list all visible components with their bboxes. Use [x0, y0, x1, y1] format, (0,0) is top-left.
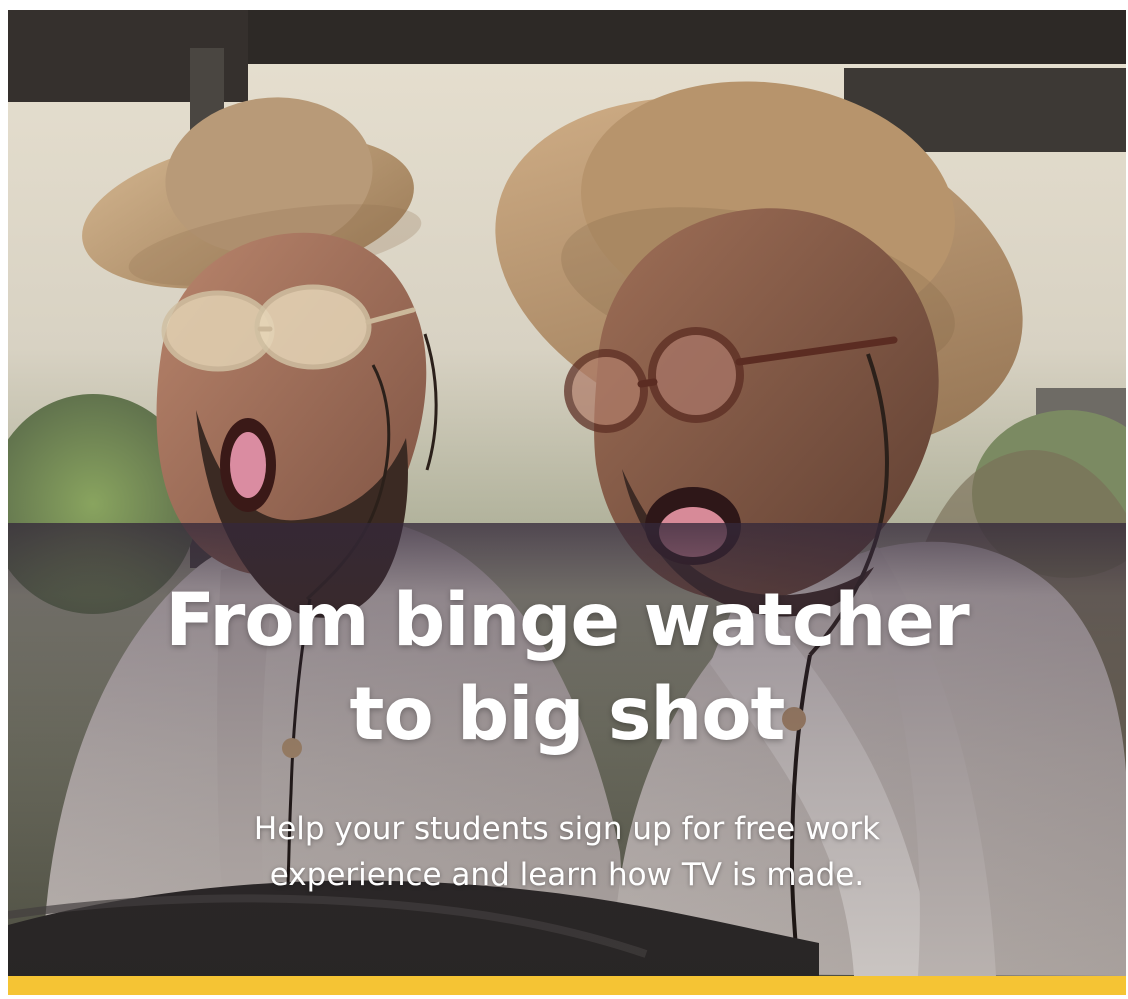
hero-subheadline-line-2: experience and learn how TV is made. — [269, 857, 865, 893]
hero-banner: From binge watcher to big shot Help your… — [8, 10, 1126, 976]
hero-headline-line-2: to big shot — [349, 672, 786, 757]
hero-subheadline-line-1: Help your students sign up for free work — [253, 811, 881, 847]
hero-headline-line-1: From binge watcher — [165, 578, 970, 663]
hero-headline: From binge watcher to big shot — [8, 574, 1126, 762]
hero-subheadline: Help your students sign up for free work… — [8, 806, 1126, 898]
accent-bar — [8, 976, 1126, 995]
